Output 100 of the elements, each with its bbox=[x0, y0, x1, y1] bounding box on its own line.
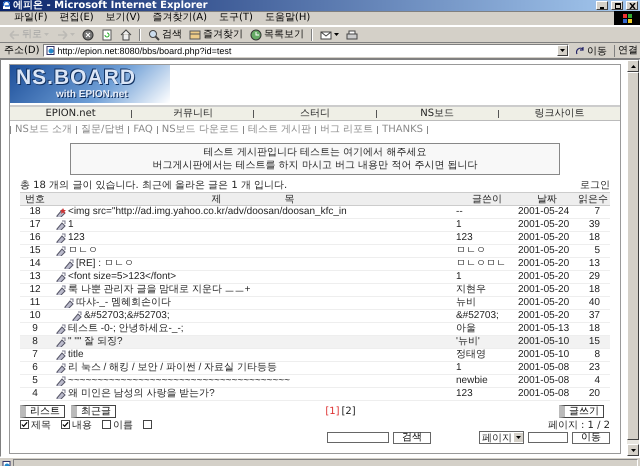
nav-link[interactable]: EPION.net bbox=[10, 108, 132, 120]
menu-item[interactable]: 파일(F) bbox=[8, 12, 54, 24]
post-number: 7 bbox=[20, 348, 50, 362]
checkbox-label: 제목 bbox=[31, 418, 51, 432]
checkbox[interactable] bbox=[61, 420, 70, 429]
menu-item[interactable]: 도움말(H) bbox=[258, 12, 316, 24]
windows-flag-icon bbox=[614, 11, 640, 25]
post-title-link[interactable]: 왜 미인은 남성의 사랑을 받는가? bbox=[68, 388, 215, 400]
post-title-link[interactable]: ㅁㄴㅇ bbox=[68, 245, 98, 256]
author-name: 123 bbox=[456, 232, 518, 244]
sub-link[interactable]: THANKS bbox=[382, 124, 424, 136]
sub-link[interactable]: NS보드 소개 bbox=[15, 124, 72, 136]
post-title-link[interactable]: <img src="http://ad.img.yahoo.co.kr/adv/doosan/doosan_kfc_in bbox=[68, 206, 347, 218]
post-row[interactable]: 12 룩 나뿐 관리자 글을 맘대로 지운다 ㅡㅡ+ 지현우 2001-05-20 18 bbox=[20, 284, 610, 296]
scroll-down-button[interactable] bbox=[627, 444, 639, 456]
print-button[interactable] bbox=[344, 28, 360, 40]
links-label[interactable]: 연결 bbox=[618, 44, 638, 56]
login-link[interactable]: 로그인 bbox=[580, 179, 610, 192]
author-name: &#52703; bbox=[456, 310, 518, 322]
scroll-thumb[interactable] bbox=[627, 72, 639, 440]
page-link[interactable]: [2] bbox=[342, 406, 356, 416]
author-name: 지현우 bbox=[456, 284, 518, 296]
post-title-link[interactable]: 리 눅스 / 해킹 / 보안 / 파이썬 / 자료실 기타등등 bbox=[68, 362, 277, 374]
go-button[interactable]: 이동 bbox=[572, 44, 611, 58]
home-button[interactable] bbox=[118, 28, 134, 40]
search-field[interactable] bbox=[327, 432, 389, 443]
view-count: 18 bbox=[576, 232, 610, 244]
checkbox[interactable] bbox=[102, 420, 111, 429]
stop-button[interactable] bbox=[80, 28, 96, 40]
post-title-link[interactable]: 123 bbox=[68, 232, 85, 244]
page-icon bbox=[46, 46, 55, 55]
post-title-link[interactable]: " "" 잘 되징? bbox=[68, 336, 123, 348]
author-name: -- bbox=[456, 206, 518, 218]
back-arrow-icon bbox=[8, 28, 20, 40]
sub-link[interactable]: NS보드 다운로드 bbox=[162, 124, 239, 136]
address-label: 주소(D) bbox=[4, 44, 40, 56]
view-count: 29 bbox=[576, 270, 610, 284]
post-row[interactable]: 4 왜 미인은 남성의 사랑을 받는가? 123 2001-05-08 20 bbox=[20, 388, 610, 400]
nav-link[interactable]: 커뮤니티 bbox=[132, 108, 254, 120]
post-row[interactable]: 14 [RE] : ㅁㄴㅇ ㅁㄴㅇㅁㄴ 2001-05-20 13 bbox=[20, 258, 610, 270]
list-button[interactable]: 리스트 bbox=[20, 404, 65, 418]
post-row[interactable]: 7 title 정태영 2001-05-10 8 bbox=[20, 348, 610, 362]
menu-item[interactable]: 보기(V) bbox=[100, 12, 146, 24]
up-arrow-icon bbox=[630, 64, 636, 68]
sub-link[interactable]: 테스트 게시판 bbox=[248, 124, 311, 136]
page-link[interactable]: [1] bbox=[325, 406, 340, 416]
post-title-link[interactable]: 테스트 -0-; 안녕하세요-_-; bbox=[68, 323, 184, 334]
checkbox[interactable] bbox=[143, 420, 152, 429]
sub-link[interactable]: 질문/답변 bbox=[81, 124, 124, 136]
post-title-link[interactable]: [RE] : ㅁㄴㅇ bbox=[76, 258, 134, 270]
post-title-link[interactable]: 룩 나뿐 관리자 글을 맘대로 지운다 ㅡㅡ+ bbox=[68, 284, 251, 296]
maximize-button[interactable] bbox=[611, 1, 623, 10]
post-row[interactable]: 10 &#52703;&#52703; &#52703; 2001-05-20 37 bbox=[20, 310, 610, 322]
page-select[interactable]: 페이지 bbox=[479, 431, 524, 444]
post-title-link[interactable]: 1 bbox=[68, 219, 74, 230]
search-button[interactable]: 검색 bbox=[146, 28, 184, 40]
mail-button[interactable] bbox=[318, 28, 341, 40]
address-field[interactable]: http://epion.net:8080/bbs/board.php?id=test bbox=[42, 44, 569, 57]
post-title-link[interactable]: &#52703;&#52703; bbox=[84, 310, 170, 322]
view-count: 40 bbox=[576, 296, 610, 310]
stop-icon bbox=[82, 28, 94, 40]
post-row[interactable]: 17 1 1 2001-05-20 39 bbox=[20, 218, 610, 232]
search-button[interactable]: 검색 bbox=[393, 432, 431, 444]
post-title-link[interactable]: title bbox=[68, 349, 84, 360]
post-date: 2001-05-20 bbox=[518, 296, 576, 310]
post-title-link[interactable]: 따샤-_- 멤혜회손이다 bbox=[76, 297, 171, 308]
minimize-button[interactable] bbox=[596, 1, 608, 10]
write-button[interactable]: 글쓰기 bbox=[559, 404, 604, 418]
close-button[interactable] bbox=[626, 1, 638, 10]
caret-icon bbox=[516, 436, 521, 439]
post-number: 16 bbox=[20, 232, 50, 244]
sub-link[interactable]: 버그 리포트 bbox=[320, 124, 374, 136]
checkbox-label: 이름 bbox=[113, 418, 133, 432]
page-number-field[interactable] bbox=[528, 432, 568, 443]
post-row[interactable]: 15 ㅁㄴㅇ ㅁㄴㅇ 2001-05-20 5 bbox=[20, 244, 610, 258]
scroll-up-button[interactable] bbox=[627, 60, 639, 72]
nav-link[interactable]: 스터디 bbox=[254, 108, 376, 120]
post-row[interactable]: 16 123 123 2001-05-20 18 bbox=[20, 232, 610, 244]
window-title: 에피온 - Microsoft Internet Explorer bbox=[13, 0, 209, 11]
post-row[interactable]: 13 <font size=5>123</font> 1 2001-05-20 29 bbox=[20, 270, 610, 284]
recent-posts-button[interactable]: 최근글 bbox=[71, 404, 116, 418]
post-row[interactable]: 18 <img src="http://ad.img.yahoo.co.kr/adv/doosan/doosan_kfc_in -- 2001-05-24 7 bbox=[20, 206, 610, 218]
nav-link[interactable]: 링크사이트 bbox=[498, 108, 620, 120]
post-title-link[interactable]: <font size=5>123</font> bbox=[68, 271, 176, 282]
post-title-link[interactable]: ~~~~~~~~~~~~~~~~~~~~~~~~~~~~~~~~~~~~~~ bbox=[68, 375, 290, 386]
history-button[interactable]: 목록보기 bbox=[248, 28, 306, 40]
checkbox[interactable] bbox=[20, 420, 29, 429]
notice-text: 테스트 게시판입니다 테스트는 여기에서 해주세요 bbox=[202, 146, 428, 159]
dropdown-button[interactable] bbox=[557, 45, 568, 56]
post-row[interactable]: 6 리 눅스 / 해킹 / 보안 / 파이썬 / 자료실 기타등등 1 2001-05-08 23 bbox=[20, 362, 610, 374]
menu-item[interactable]: 도구(T) bbox=[213, 12, 259, 24]
sub-link[interactable]: FAQ bbox=[133, 124, 153, 136]
menu-item[interactable]: 즐겨찾기(A) bbox=[146, 12, 213, 24]
menu-item[interactable]: 편집(E) bbox=[54, 12, 100, 24]
column-header: 읽은수 bbox=[576, 192, 610, 206]
nav-link[interactable]: NS보드 bbox=[376, 108, 498, 120]
post-row[interactable]: 11 따샤-_- 멤혜회손이다 뉴비 2001-05-20 40 bbox=[20, 296, 610, 310]
go-button[interactable]: 이동 bbox=[572, 432, 610, 444]
favorites-button[interactable]: 즐겨찾기 bbox=[187, 28, 245, 40]
post-row[interactable]: 5 ~~~~~~~~~~~~~~~~~~~~~~~~~~~~~~~~~~~~~~ newbie 2001-05-08 4 bbox=[20, 374, 610, 388]
